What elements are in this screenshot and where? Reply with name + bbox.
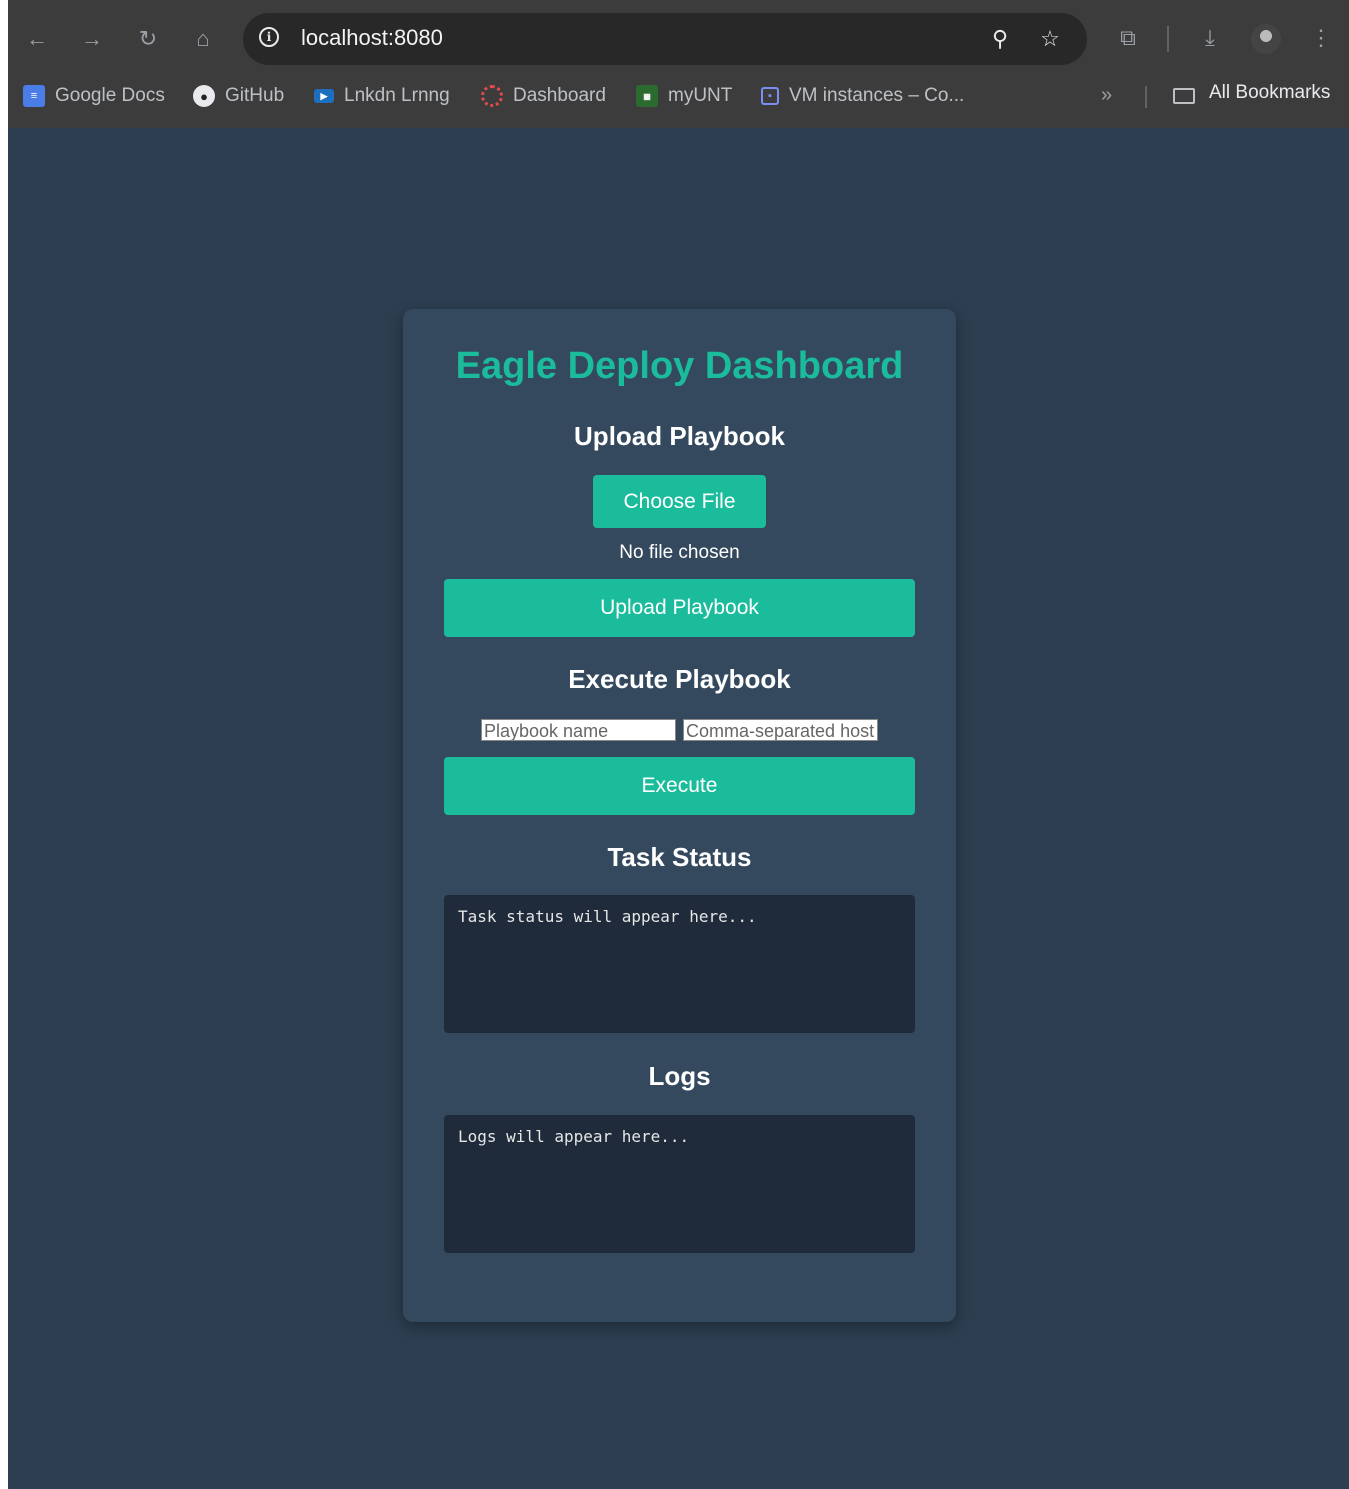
dashboard-icon xyxy=(481,85,503,107)
task-status-output: Task status will appear here... xyxy=(444,895,915,1033)
playbook-name-input[interactable]: Playbook name xyxy=(481,719,676,741)
site-info-icon[interactable]: i xyxy=(259,27,279,47)
bookmarks-separator xyxy=(1145,86,1147,108)
choose-file-button[interactable]: Choose File xyxy=(593,475,766,528)
browser-toolbar: ← → ↻ ⌂ i localhost:8080 ⚲ ☆ ⧉ ⤓ ⋮ xyxy=(8,0,1349,76)
bookmarks-bar: ≡ Google Docs ● GitHub ▶ Lnkdn Lrnng Das… xyxy=(8,76,1349,116)
profile-avatar[interactable] xyxy=(1251,24,1281,54)
task-status-heading: Task Status xyxy=(607,842,752,872)
zoom-icon[interactable]: ⚲ xyxy=(986,25,1014,53)
hosts-input[interactable]: Comma-separated host xyxy=(683,719,878,741)
execute-button[interactable]: Execute xyxy=(444,757,915,815)
bookmark-label: Google Docs xyxy=(55,85,165,106)
forward-arrow-icon[interactable]: → xyxy=(75,22,109,56)
bookmark-google-docs[interactable]: ≡ Google Docs xyxy=(23,82,165,110)
home-icon[interactable]: ⌂ xyxy=(186,22,220,56)
bookmark-dashboard[interactable]: Dashboard xyxy=(481,82,606,110)
file-status-text: No file chosen xyxy=(619,542,740,563)
execute-heading: Execute Playbook xyxy=(568,664,791,694)
browser-chrome: ← → ↻ ⌂ i localhost:8080 ⚲ ☆ ⧉ ⤓ ⋮ ≡ Goo… xyxy=(8,0,1349,128)
bookmark-github[interactable]: ● GitHub xyxy=(193,82,284,110)
bookmark-label: GitHub xyxy=(225,85,285,106)
google-docs-icon: ≡ xyxy=(23,85,45,107)
extensions-icon[interactable]: ⧉ xyxy=(1112,22,1144,54)
bookmark-linkedin-learning[interactable]: ▶ Lnkdn Lrnng xyxy=(314,82,450,110)
vm-instances-icon: ▪ xyxy=(761,87,779,105)
linkedin-learning-icon: ▶ xyxy=(314,89,334,103)
address-bar[interactable]: i localhost:8080 ⚲ ☆ xyxy=(243,13,1087,65)
folder-icon xyxy=(1173,88,1195,104)
back-arrow-icon[interactable]: ← xyxy=(20,22,54,56)
myunt-icon: ▦ xyxy=(636,85,658,107)
upload-playbook-button[interactable]: Upload Playbook xyxy=(444,579,915,637)
github-icon: ● xyxy=(193,85,215,107)
upload-heading: Upload Playbook xyxy=(574,421,785,451)
all-bookmarks-button[interactable]: All Bookmarks xyxy=(1209,82,1330,104)
bookmark-label: Lnkdn Lrnng xyxy=(344,85,450,106)
url-text: localhost:8080 xyxy=(301,25,443,50)
bookmark-star-icon[interactable]: ☆ xyxy=(1036,25,1064,53)
logs-output: Logs will appear here... xyxy=(444,1115,915,1253)
toolbar-separator xyxy=(1167,26,1169,52)
reload-icon[interactable]: ↻ xyxy=(131,22,165,56)
window-edge xyxy=(0,0,8,1489)
bookmark-myunt[interactable]: ▦ myUNT xyxy=(636,82,732,110)
logs-heading: Logs xyxy=(648,1061,711,1091)
download-icon[interactable]: ⤓ xyxy=(1194,22,1226,54)
menu-kebab-icon[interactable]: ⋮ xyxy=(1305,22,1337,54)
page-title: Eagle Deploy Dashboard xyxy=(455,345,904,387)
more-bookmarks-icon[interactable]: » xyxy=(1101,84,1112,107)
bookmark-vm-instances[interactable]: ▪ VM instances – Co... xyxy=(761,82,964,110)
dashboard-card: Eagle Deploy Dashboard Upload Playbook C… xyxy=(403,309,956,1322)
bookmark-label: myUNT xyxy=(668,85,733,106)
bookmark-label: Dashboard xyxy=(513,85,606,106)
bookmark-label: VM instances – Co... xyxy=(789,85,965,106)
